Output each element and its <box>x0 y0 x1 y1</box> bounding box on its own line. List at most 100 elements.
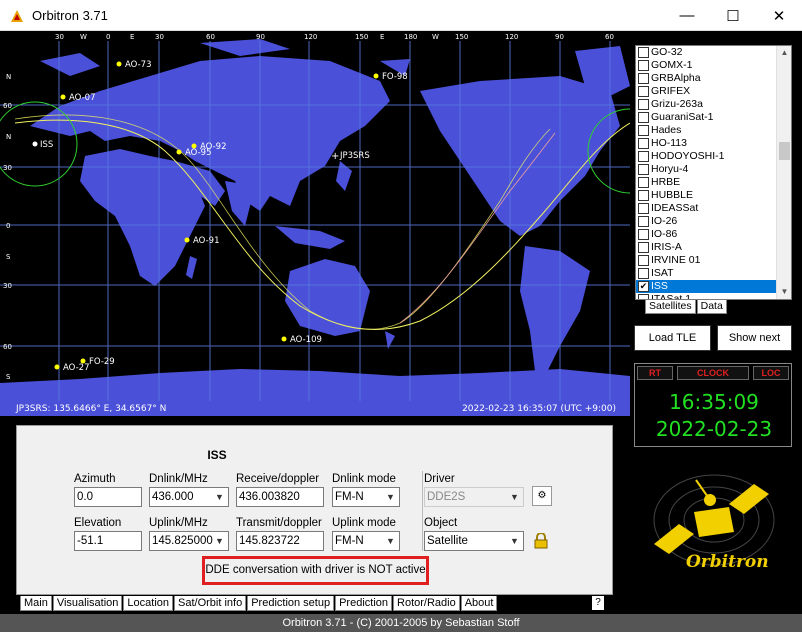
satellite-checkbox[interactable] <box>638 268 649 279</box>
chevron-down-icon[interactable]: ▼ <box>212 533 227 549</box>
tab-rotor-radio[interactable]: Rotor/Radio <box>393 596 460 611</box>
transmit-field[interactable]: 145.823722 <box>236 531 324 551</box>
world-map-canvas: 30 W 0 E 30 60 90 120 150 E 180 W 150 12… <box>0 33 630 416</box>
tab-satellites[interactable]: Satellites <box>645 300 696 314</box>
sat-label: FO-98 <box>382 72 408 82</box>
satellite-checkbox[interactable] <box>638 112 649 123</box>
satellite-checkbox[interactable] <box>638 190 649 201</box>
satellite-list-item[interactable]: Hades <box>636 124 791 137</box>
lat-label: 30 <box>3 282 12 290</box>
driver-settings-icon[interactable]: ⚙ <box>532 486 552 506</box>
tab-sat-orbit-info[interactable]: Sat/Orbit info <box>174 596 247 611</box>
chevron-down-icon[interactable]: ▼ <box>507 489 522 505</box>
scroll-up-icon[interactable]: ▲ <box>777 46 791 60</box>
satellite-name: GOMX-1 <box>651 59 693 71</box>
dnlink-mode-select[interactable]: FM-N ▼ <box>332 487 400 507</box>
satellite-list-item[interactable]: GO-32 <box>636 46 791 59</box>
satellite-checkbox[interactable] <box>638 138 649 149</box>
satellite-list-item[interactable]: HODOYOSHI-1 <box>636 150 791 163</box>
satellite-list-item[interactable]: GuaraniSat-1 <box>636 111 791 124</box>
satellite-list-item[interactable]: ITASat 1 <box>636 293 791 299</box>
satellite-checkbox[interactable] <box>638 255 649 266</box>
lat-label: 60 <box>3 102 12 110</box>
close-button[interactable]: ✕ <box>756 0 802 31</box>
minimize-button[interactable]: — <box>664 0 710 31</box>
lat-label: 0 <box>6 222 10 230</box>
satellite-list[interactable]: GO-32 GOMX-1 GRBAlpha GRIFEX Grizu-263a Guara… <box>635 45 792 300</box>
satellite-list-item[interactable]: GRBAlpha <box>636 72 791 85</box>
satellite-list-item[interactable]: HRBE <box>636 176 791 189</box>
lon-label: 150 <box>355 33 368 41</box>
dnlink-mode-label: Dnlink mode <box>332 473 396 485</box>
uplink-mode-select[interactable]: FM-N ▼ <box>332 531 400 551</box>
satellite-list-scrollbar[interactable]: ▲ ▼ <box>776 46 791 299</box>
satellite-list-item[interactable]: IDEASSat <box>636 202 791 215</box>
azimuth-field[interactable]: 0.0 <box>74 487 142 507</box>
satellite-checkbox[interactable] <box>638 216 649 227</box>
satellite-checkbox[interactable] <box>638 60 649 71</box>
satellite-checkbox[interactable] <box>638 177 649 188</box>
satellite-checkbox[interactable] <box>638 47 649 58</box>
satellite-name: IRIS-A <box>651 241 682 253</box>
observer-position: JP3SRS: 135.6466° E, 34.6567° N <box>16 404 167 414</box>
satellite-checkbox[interactable] <box>638 229 649 240</box>
uplink-select[interactable]: 145.825000 ▼ <box>149 531 229 551</box>
satellite-list-item[interactable]: IRIS-A <box>636 241 791 254</box>
satellite-checkbox[interactable] <box>638 125 649 136</box>
clock-tab-loc[interactable]: LOC <box>753 366 789 380</box>
scroll-down-icon[interactable]: ▼ <box>777 285 791 299</box>
tab-prediction[interactable]: Prediction <box>335 596 393 611</box>
elevation-field[interactable]: -51.1 <box>74 531 142 551</box>
elevation-label: Elevation <box>74 517 122 529</box>
load-tle-button[interactable]: Load TLE <box>634 325 711 351</box>
help-button[interactable]: ? <box>592 596 604 610</box>
tab-data[interactable]: Data <box>696 300 727 314</box>
chevron-down-icon[interactable]: ▼ <box>383 489 398 505</box>
scroll-thumb[interactable] <box>779 142 790 160</box>
clock-tab-rt[interactable]: RT <box>637 366 673 380</box>
satellite-list-item[interactable]: GOMX-1 <box>636 59 791 72</box>
satellite-list-item[interactable]: IRVINE 01 <box>636 254 791 267</box>
lock-icon[interactable] <box>534 533 548 549</box>
satellite-checkbox[interactable] <box>638 151 649 162</box>
satellite-checkbox[interactable] <box>638 164 649 175</box>
object-select[interactable]: Satellite ▼ <box>424 531 524 551</box>
satellite-name: Hades <box>651 124 682 136</box>
satellite-list-item[interactable]: IO-86 <box>636 228 791 241</box>
satellite-checkbox[interactable] <box>638 242 649 253</box>
satellite-list-item[interactable]: IO-26 <box>636 215 791 228</box>
tab-main[interactable]: Main <box>20 596 52 611</box>
satellite-checkbox[interactable] <box>638 86 649 97</box>
driver-select[interactable]: DDE2S ▼ <box>424 487 524 507</box>
divider <box>422 471 423 551</box>
world-map[interactable]: 30 W 0 E 30 60 90 120 150 E 180 W 150 12… <box>0 31 630 416</box>
maximize-button[interactable]: ☐ <box>710 0 756 31</box>
lon-label: 90 <box>555 33 564 41</box>
clock-tab-clock[interactable]: CLOCK <box>677 366 749 380</box>
tab-about[interactable]: About <box>460 596 498 611</box>
dnlink-select[interactable]: 436.000 ▼ <box>149 487 229 507</box>
satellite-list-item[interactable]: Grizu-263a <box>636 98 791 111</box>
receive-field[interactable]: 436.003820 <box>236 487 324 507</box>
satellite-checkbox[interactable] <box>638 99 649 110</box>
lat-label: S <box>6 253 11 261</box>
rotor-radio-panel: ISS Azimuth 0.0 Elevation -51.1 Dnlink/M… <box>16 425 613 595</box>
satellite-list-item[interactable]: ISAT <box>636 267 791 280</box>
tab-location[interactable]: Location <box>123 596 173 611</box>
chevron-down-icon[interactable]: ▼ <box>212 489 227 505</box>
tab-prediction-setup[interactable]: Prediction setup <box>247 596 335 611</box>
chevron-down-icon[interactable]: ▼ <box>383 533 398 549</box>
satellite-list-item[interactable]: GRIFEX <box>636 85 791 98</box>
satellite-checkbox[interactable] <box>638 73 649 84</box>
dnlink-value: 436.000 <box>152 491 194 503</box>
satellite-list-item[interactable]: HO-113 <box>636 137 791 150</box>
dnlink-label: Dnlink/MHz <box>149 473 208 485</box>
satellite-checkbox[interactable]: ✔ <box>638 281 649 292</box>
satellite-list-item[interactable]: HUBBLE <box>636 189 791 202</box>
satellite-checkbox[interactable] <box>638 203 649 214</box>
satellite-list-item[interactable]: ✔ ISS <box>636 280 791 293</box>
satellite-list-item[interactable]: Horyu-4 <box>636 163 791 176</box>
tab-visualisation[interactable]: Visualisation <box>52 596 123 611</box>
chevron-down-icon[interactable]: ▼ <box>507 533 522 549</box>
show-next-button[interactable]: Show next <box>717 325 792 351</box>
